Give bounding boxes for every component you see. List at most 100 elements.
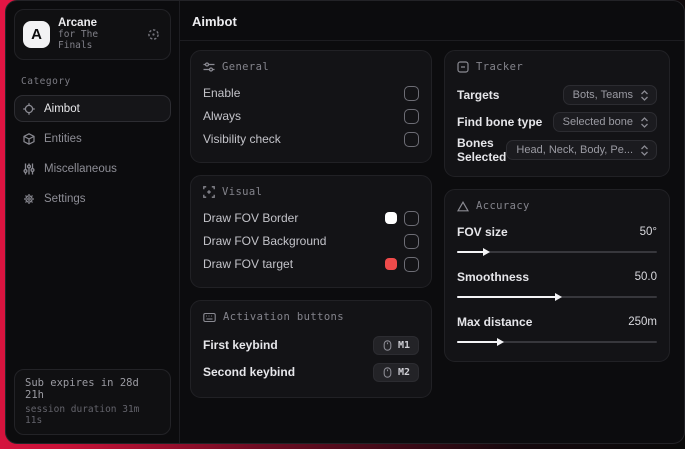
second-keybind-value: M2 [397,366,410,378]
session-duration-text: session duration 31m 11s [25,404,140,426]
sidebar: A Arcane for The Finals Category Aimbot … [6,1,180,443]
setting-row: Find bone type Selected bone [457,109,657,135]
activation-buttons-card: Activation buttons First keybind M1 Seco… [190,300,432,398]
smoothness-slider[interactable] [457,292,657,302]
draw-fov-border-checkbox[interactable] [404,210,419,226]
app-logo: A [23,21,50,49]
fov-size-label: FOV size [457,225,508,239]
sync-icon[interactable] [145,26,162,43]
app-window: A Arcane for The Finals Category Aimbot … [5,0,685,444]
find-bone-type-label: Find bone type [457,115,543,129]
targets-label: Targets [457,88,500,102]
chevrons-up-down-icon [640,116,649,128]
general-card-title: General [222,61,270,73]
first-keybind-value: M1 [397,339,410,351]
sidebar-item-entities[interactable]: Entities [14,125,171,152]
visibility-check-checkbox[interactable] [404,131,419,147]
max-distance-group: Max distance 250m [457,311,657,347]
fov-size-group: FOV size 50° [457,221,657,257]
first-keybind-label: First keybind [203,338,278,352]
second-keybind-label: Second keybind [203,365,296,379]
bones-selected-label: Bones Selected [457,136,507,164]
find-bone-type-value: Selected bone [562,116,633,128]
sliders-icon [23,163,35,175]
enable-label: Enable [203,86,241,100]
sidebar-item-aimbot[interactable]: Aimbot [14,95,171,123]
targets-value: Bots, Teams [572,89,633,101]
visibility-check-label: Visibility check [203,132,281,146]
mouse-icon [382,366,393,378]
subscription-info: Sub expires in 28d 21h session duration … [14,369,171,435]
draw-fov-background-label: Draw FOV Background [203,234,327,248]
page-title: Aimbot [192,14,237,29]
fov-size-slider[interactable] [457,247,657,257]
setting-row: Draw FOV Border [203,207,419,229]
slider-thumb[interactable] [483,248,490,256]
smoothness-value: 50.0 [634,271,657,283]
mouse-icon [382,339,393,351]
first-keybind-button[interactable]: M1 [372,335,419,355]
setting-row: Visibility check [203,128,419,150]
enable-checkbox[interactable] [404,85,419,101]
fov-border-color-swatch[interactable] [385,212,397,224]
always-label: Always [203,109,242,123]
setting-row: Always [203,105,419,127]
tracker-card: Tracker Targets Bots, Teams Find bone ty… [444,50,670,177]
triangle-icon [457,200,469,212]
visual-icon [203,186,215,198]
draw-fov-background-checkbox[interactable] [404,233,419,249]
app-logo-card: A Arcane for The Finals [14,9,171,61]
sidebar-item-label: Settings [44,193,86,206]
tracker-icon [457,61,469,73]
keyboard-icon [203,312,216,323]
accuracy-card-title: Accuracy [476,200,530,212]
setting-row: Draw FOV target [203,253,419,275]
general-card: General Enable Always Visibility check [190,50,432,163]
visual-card: Visual Draw FOV Border Draw FOV Backgrou… [190,175,432,288]
targets-dropdown[interactable]: Bots, Teams [562,85,657,105]
bones-selected-dropdown[interactable]: Head, Neck, Body, Pe... [506,140,657,160]
setting-row: Second keybind M2 [203,359,419,385]
sidebar-nav: Aimbot Entities Miscellaneous Settings [6,95,179,212]
tracker-card-title: Tracker [476,61,524,73]
setting-row: Draw FOV Background [203,230,419,252]
sidebar-item-label: Aimbot [44,103,80,116]
category-label: Category [21,76,71,88]
max-distance-label: Max distance [457,315,533,329]
accuracy-card: Accuracy FOV size 50° Smoothness 50.0 Ma… [444,189,670,362]
cube-icon [23,132,35,145]
max-distance-slider[interactable] [457,337,657,347]
smoothness-label: Smoothness [457,270,530,284]
fov-size-value: 50° [639,226,657,238]
sidebar-item-label: Miscellaneous [44,163,117,176]
crosshair-icon [23,102,35,115]
main-panel: Aimbot General Enable Always Visibility … [180,1,684,443]
app-subtitle: for The Finals [58,29,99,52]
setting-row: Bones Selected Head, Neck, Body, Pe... [457,136,657,164]
chevrons-up-down-icon [640,89,649,101]
second-keybind-button[interactable]: M2 [372,362,419,382]
general-icon [203,61,215,73]
sidebar-item-miscellaneous[interactable]: Miscellaneous [14,155,171,182]
activation-card-title: Activation buttons [223,311,344,323]
chevrons-up-down-icon [640,144,649,156]
always-checkbox[interactable] [404,108,419,124]
draw-fov-target-checkbox[interactable] [404,256,419,272]
page-header: Aimbot [180,1,684,41]
sidebar-item-label: Entities [44,133,82,146]
find-bone-type-dropdown[interactable]: Selected bone [552,112,657,132]
setting-row: Enable [203,82,419,104]
fov-target-color-swatch[interactable] [385,258,397,270]
slider-thumb[interactable] [497,338,504,346]
smoothness-group: Smoothness 50.0 [457,266,657,302]
gear-icon [23,193,35,205]
slider-thumb[interactable] [555,293,562,301]
draw-fov-border-label: Draw FOV Border [203,211,299,225]
visual-card-title: Visual [222,186,263,198]
sub-expiry-text: Sub expires in 28d 21h [25,377,139,401]
draw-fov-target-label: Draw FOV target [203,257,294,271]
setting-row: First keybind M1 [203,332,419,358]
setting-row: Targets Bots, Teams [457,82,657,108]
sidebar-item-settings[interactable]: Settings [14,185,171,212]
bones-selected-value: Head, Neck, Body, Pe... [516,144,633,156]
